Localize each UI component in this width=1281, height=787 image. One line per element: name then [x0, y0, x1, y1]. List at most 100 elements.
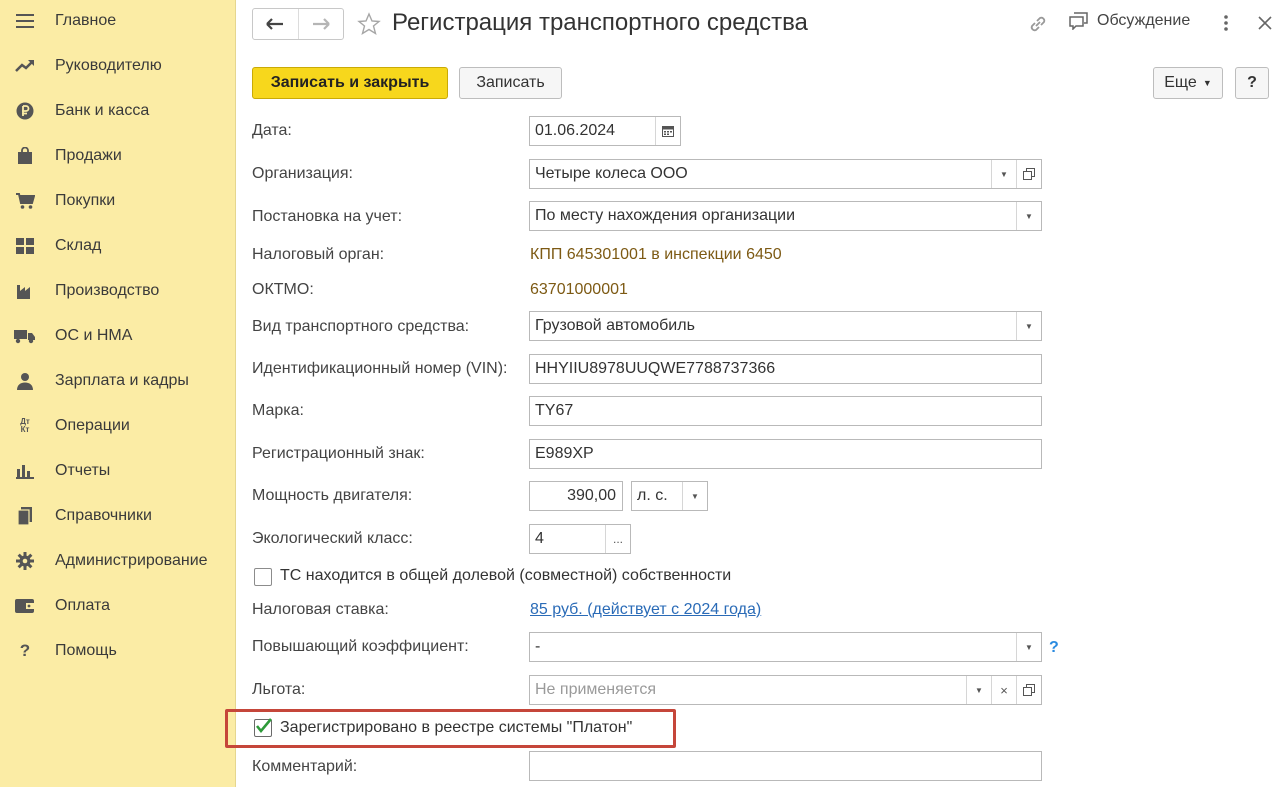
registration-label: Постановка на учет: — [252, 208, 403, 225]
sidebar-item-operations[interactable]: Дт Кт Операции — [0, 403, 236, 448]
back-button[interactable] — [253, 9, 298, 39]
open-window-icon — [1023, 684, 1035, 696]
date-label: Дата: — [252, 122, 292, 139]
sidebar-item-main[interactable]: Главное — [0, 0, 236, 43]
bar-chart-icon — [14, 460, 36, 482]
comment-label: Комментарий: — [252, 758, 358, 775]
save-button[interactable]: Записать — [459, 67, 562, 99]
benefit-open-button[interactable] — [1016, 676, 1041, 704]
organization-dropdown-button[interactable]: ▼ — [991, 160, 1016, 188]
oktmo-label: ОКТМО: — [252, 281, 314, 298]
page-title: Регистрация транспортного средства — [392, 9, 808, 36]
organization-open-button[interactable] — [1016, 160, 1041, 188]
vehicle-type-field[interactable]: Грузовой автомобиль ▼ — [529, 311, 1042, 341]
star-icon[interactable] — [357, 12, 381, 36]
brand-value: TY67 — [535, 402, 574, 419]
debit-credit-icon: Дт Кт — [14, 415, 36, 437]
books-icon — [14, 505, 36, 527]
dropdown-arrow-icon: ▼ — [1025, 211, 1033, 221]
sidebar-item-warehouse[interactable]: Склад — [0, 223, 236, 268]
benefit-field[interactable]: Не применяется ▼ × — [529, 675, 1042, 705]
sidebar-item-label: Продажи — [55, 146, 122, 164]
registration-field[interactable]: По месту нахождения организации ▼ — [529, 201, 1042, 231]
benefit-dropdown-button[interactable]: ▼ — [966, 676, 991, 704]
tax-rate-label: Налоговая ставка: — [252, 601, 389, 618]
menu-icon — [14, 10, 36, 32]
forward-button[interactable] — [297, 9, 343, 39]
vehicle-type-dropdown-button[interactable]: ▼ — [1016, 312, 1041, 340]
sidebar-item-administration[interactable]: Администрирование — [0, 538, 236, 583]
arrow-left-icon — [266, 18, 284, 30]
dropdown-arrow-icon: ▼ — [1025, 642, 1033, 652]
date-field[interactable]: 01.06.2024 — [529, 116, 681, 146]
benefit-clear-button[interactable]: × — [991, 676, 1016, 704]
help-button[interactable]: ? — [1235, 67, 1269, 99]
vehicle-type-label: Вид транспортного средства: — [252, 318, 470, 335]
comment-value — [530, 752, 1041, 780]
checkmark-icon — [255, 718, 272, 734]
sidebar-item-label: Операции — [55, 416, 130, 434]
sidebar-item-salary[interactable]: Зарплата и кадры — [0, 358, 236, 403]
warehouse-grid-icon — [14, 235, 36, 257]
vin-field[interactable]: HHYIIU8978UUQWE7788737366 — [529, 354, 1042, 384]
eco-class-field[interactable]: 4 ... — [529, 524, 631, 554]
comment-field[interactable] — [529, 751, 1042, 781]
registration-dropdown-button[interactable]: ▼ — [1016, 202, 1041, 230]
close-icon[interactable] — [1257, 13, 1273, 33]
sidebar-item-bank[interactable]: Банк и касса — [0, 88, 236, 133]
vin-value: HHYIIU8978UUQWE7788737366 — [535, 360, 776, 377]
sidebar-item-references[interactable]: Справочники — [0, 493, 236, 538]
engine-power-label: Мощность двигателя: — [252, 487, 413, 504]
organization-field[interactable]: Четыре колеса ООО ▼ — [529, 159, 1042, 189]
brand-field[interactable]: TY67 — [529, 396, 1042, 426]
sidebar-item-label: Склад — [55, 236, 102, 254]
coefficient-label: Повышающий коэффициент: — [252, 638, 469, 655]
truck-icon — [14, 325, 36, 347]
link-icon[interactable] — [1027, 13, 1049, 35]
sidebar-item-sales[interactable]: Продажи — [0, 133, 236, 178]
reg-plate-field[interactable]: Е989ХР — [529, 439, 1042, 469]
ruble-coin-icon — [14, 100, 36, 122]
person-icon — [14, 370, 36, 392]
dropdown-arrow-icon: ▼ — [1025, 321, 1033, 331]
coefficient-field[interactable]: - ▼ — [529, 632, 1042, 662]
more-vertical-icon[interactable] — [1222, 13, 1230, 33]
sidebar-item-label: Банк и касса — [55, 101, 150, 119]
sidebar-item-label: Зарплата и кадры — [55, 371, 189, 389]
shared-ownership-checkbox[interactable] — [254, 568, 272, 586]
sidebar-item-reports[interactable]: Отчеты — [0, 448, 236, 493]
eco-class-value: 4 — [535, 530, 544, 547]
sidebar-item-help[interactable]: ? Помощь — [0, 628, 236, 673]
open-window-icon — [1023, 168, 1035, 180]
sidebar-item-payment[interactable]: Оплата — [0, 583, 236, 628]
power-unit-select[interactable]: л. с. ▼ — [631, 481, 708, 511]
more-button[interactable]: Еще ▼ — [1153, 67, 1223, 99]
discuss-button[interactable]: Обсуждение — [1069, 12, 1190, 30]
platon-label: Зарегистрировано в реестре системы "Плат… — [280, 719, 633, 736]
clear-icon: × — [1000, 682, 1008, 698]
eco-class-select-button[interactable]: ... — [605, 525, 630, 553]
save-and-close-button[interactable]: Записать и закрыть — [252, 67, 448, 99]
platon-checkbox[interactable] — [254, 718, 272, 737]
coefficient-dropdown-button[interactable]: ▼ — [1016, 633, 1041, 661]
sidebar-item-label: Оплата — [55, 596, 111, 614]
sidebar-item-manager[interactable]: Руководителю — [0, 43, 236, 88]
arrow-right-icon — [312, 18, 330, 30]
calendar-button[interactable] — [655, 117, 680, 145]
eco-class-label: Экологический класс: — [252, 530, 413, 547]
sidebar-item-fixed-assets[interactable]: ОС и НМА — [0, 313, 236, 358]
sidebar-item-label: Справочники — [55, 506, 152, 524]
power-unit-dropdown-button[interactable]: ▼ — [682, 482, 707, 510]
benefit-placeholder: Не применяется — [535, 681, 656, 698]
tax-rate-link[interactable]: 85 руб. (действует с 2024 года) — [530, 601, 761, 619]
brand-label: Марка: — [252, 402, 304, 419]
oktmo-value: 63701000001 — [530, 281, 628, 298]
coefficient-help-icon[interactable]: ? — [1049, 639, 1059, 657]
question-icon: ? — [14, 640, 36, 662]
sidebar-item-production[interactable]: Производство — [0, 268, 236, 313]
engine-power-field[interactable]: 390,00 — [529, 481, 623, 511]
main-form: Регистрация транспортного средства Обсуж… — [225, 0, 1281, 787]
organization-value: Четыре колеса ООО — [535, 165, 688, 182]
dropdown-arrow-icon: ▼ — [1202, 78, 1212, 88]
sidebar-item-purchases[interactable]: Покупки — [0, 178, 236, 223]
